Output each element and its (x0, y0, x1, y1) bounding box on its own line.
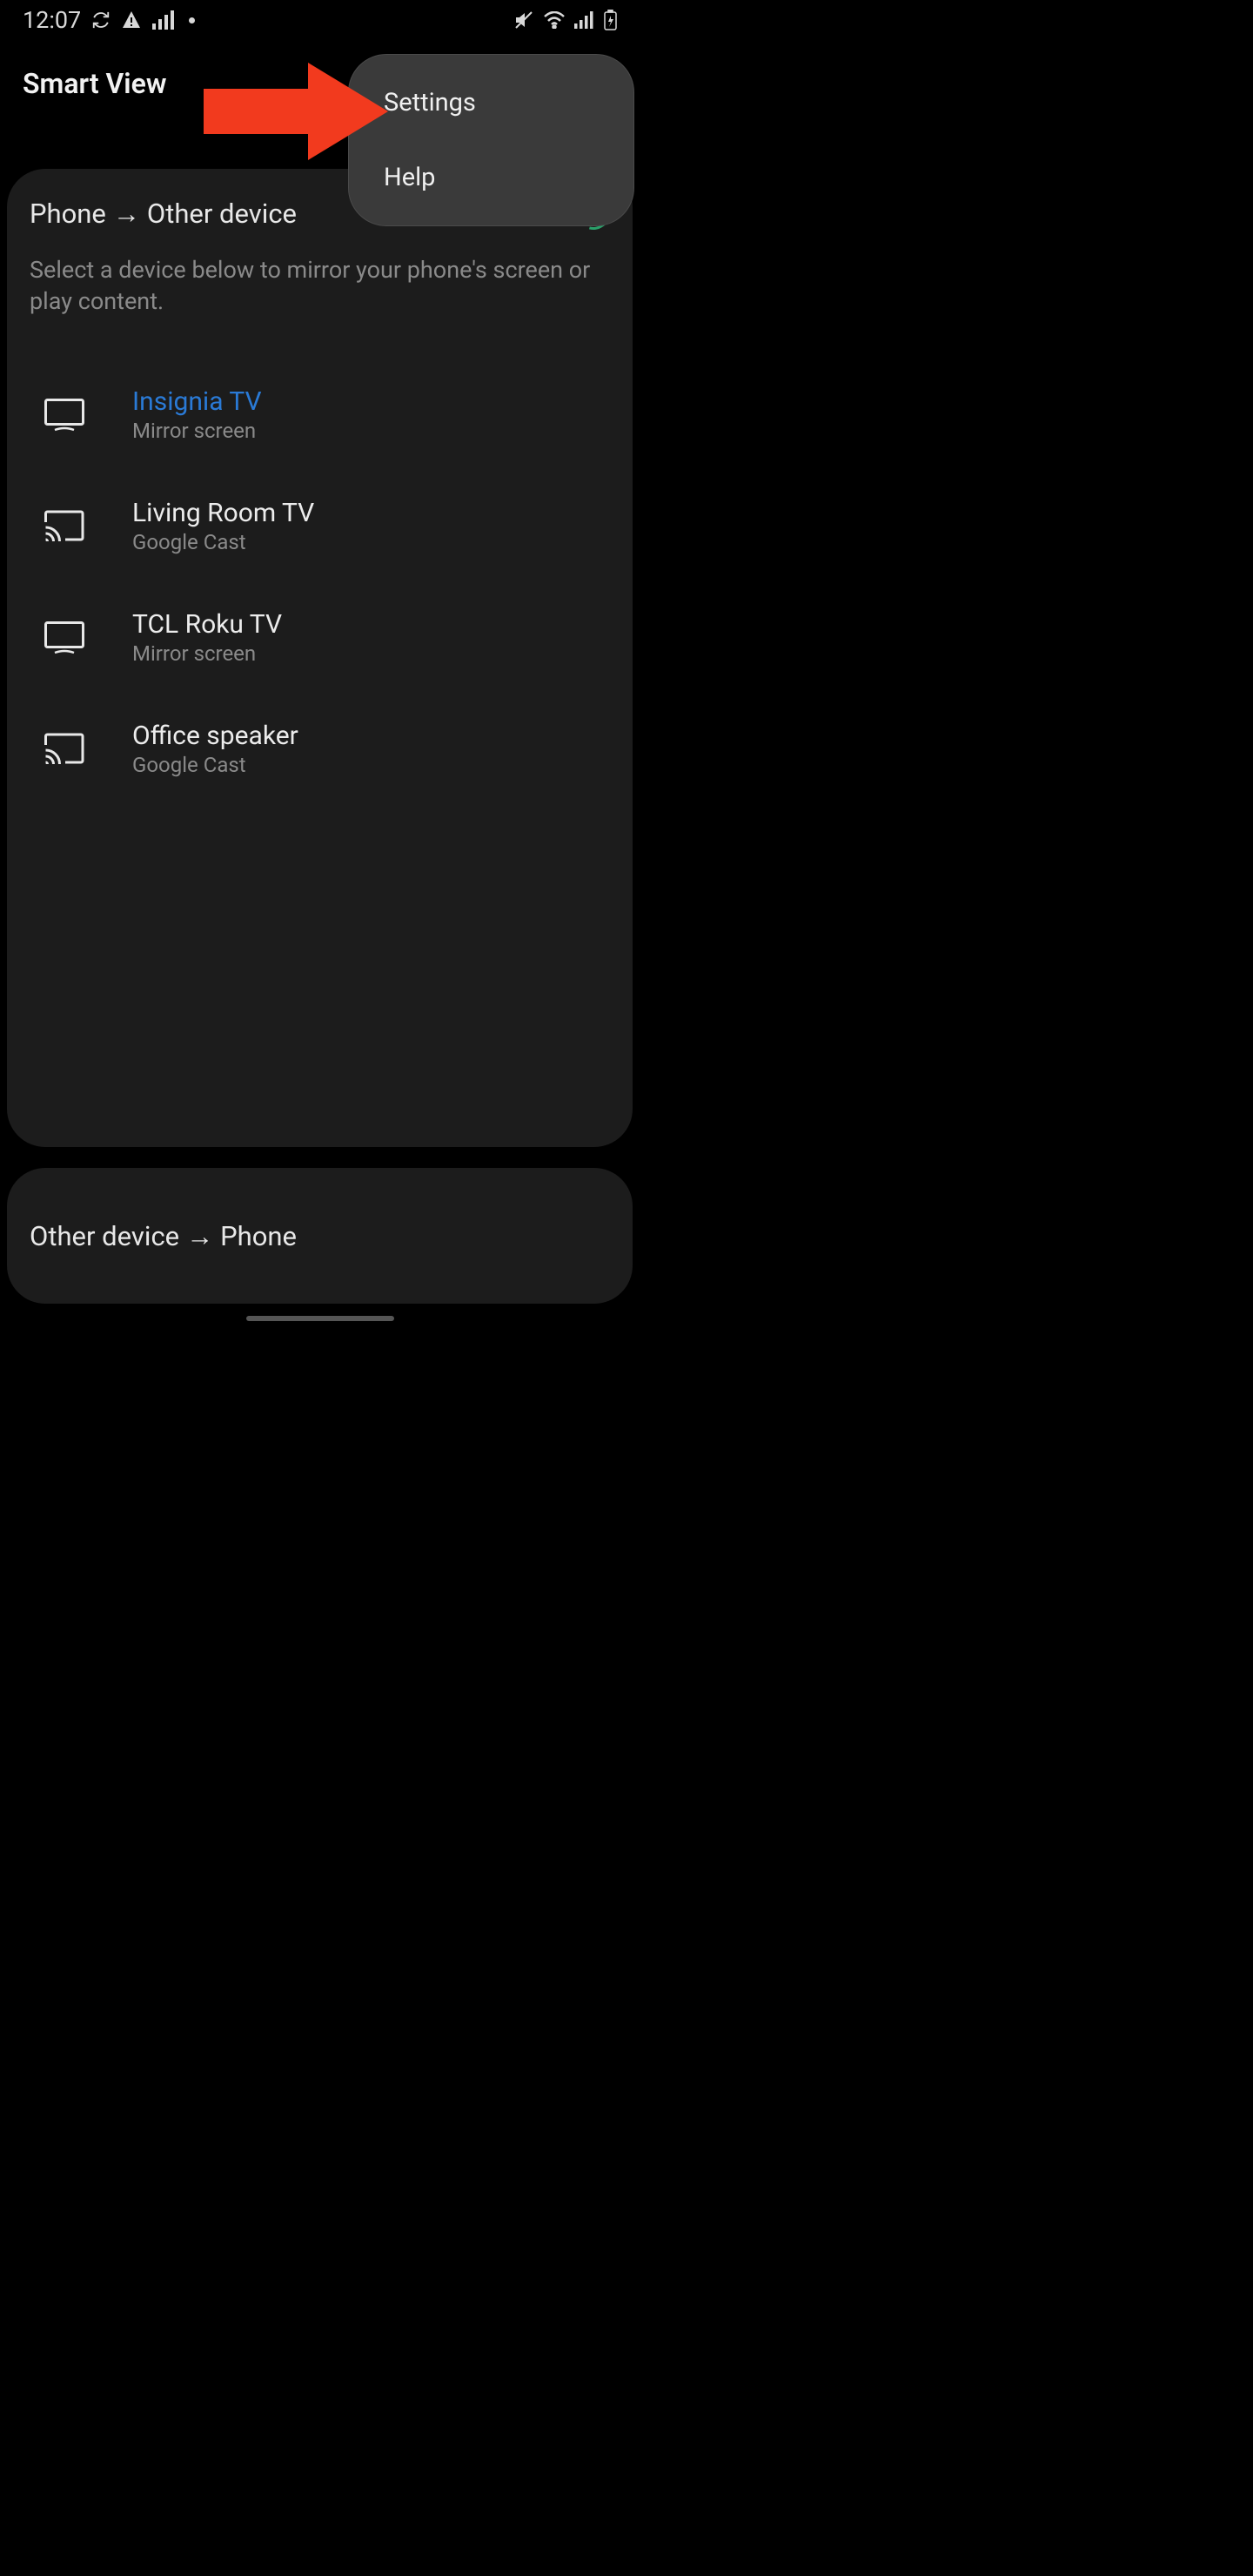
device-sub: Mirror screen (132, 419, 262, 443)
arrow-right-icon: → (186, 1220, 213, 1252)
device-name: Insignia TV (132, 386, 262, 417)
warning-icon (121, 10, 142, 30)
battery-charging-icon (604, 10, 617, 30)
device-sub: Google Cast (132, 530, 314, 554)
status-left: 12:07 (23, 6, 195, 34)
direction-title-reverse: Other device → Phone (30, 1220, 297, 1252)
device-name: Office speaker (132, 721, 298, 751)
signal-icon (152, 10, 175, 30)
tv-icon (38, 399, 90, 432)
sync-icon (91, 10, 111, 30)
device-item-tcl[interactable]: TCL Roku TV Mirror screen (30, 582, 610, 694)
direction-from: Other device (30, 1220, 179, 1252)
dot-icon (189, 17, 195, 23)
device-sub: Mirror screen (132, 641, 282, 666)
device-list: Insignia TV Mirror screen Living Room TV… (30, 359, 610, 805)
wifi-icon (543, 11, 566, 29)
menu-item-help[interactable]: Help (349, 140, 633, 215)
main-card: Phone → Other device Select a device bel… (7, 169, 633, 1147)
cast-icon (38, 733, 90, 766)
device-name: TCL Roku TV (132, 609, 282, 640)
status-bar: 12:07 (0, 0, 640, 40)
direction-title: Phone → Other device (30, 198, 297, 230)
device-name: Living Room TV (132, 498, 314, 528)
mute-icon (513, 10, 534, 30)
device-item-insignia[interactable]: Insignia TV Mirror screen (30, 359, 610, 471)
overflow-menu: Settings Help (348, 54, 634, 226)
device-item-office-speaker[interactable]: Office speaker Google Cast (30, 694, 610, 805)
direction-from: Phone (30, 198, 106, 230)
status-right (513, 10, 617, 30)
device-item-living-room[interactable]: Living Room TV Google Cast (30, 471, 610, 582)
tv-icon (38, 621, 90, 654)
nav-handle[interactable] (246, 1316, 394, 1321)
signal-secondary-icon (574, 11, 595, 29)
direction-to: Phone (220, 1220, 297, 1252)
section-description: Select a device below to mirror your pho… (30, 254, 610, 318)
device-sub: Google Cast (132, 753, 298, 777)
clock: 12:07 (23, 6, 81, 34)
page-title: Smart View (23, 67, 166, 100)
direction-to: Other device (147, 198, 297, 230)
cast-icon (38, 510, 90, 543)
arrow-right-icon: → (113, 198, 140, 230)
bottom-card[interactable]: Other device → Phone (7, 1168, 633, 1304)
menu-item-settings[interactable]: Settings (349, 65, 633, 140)
